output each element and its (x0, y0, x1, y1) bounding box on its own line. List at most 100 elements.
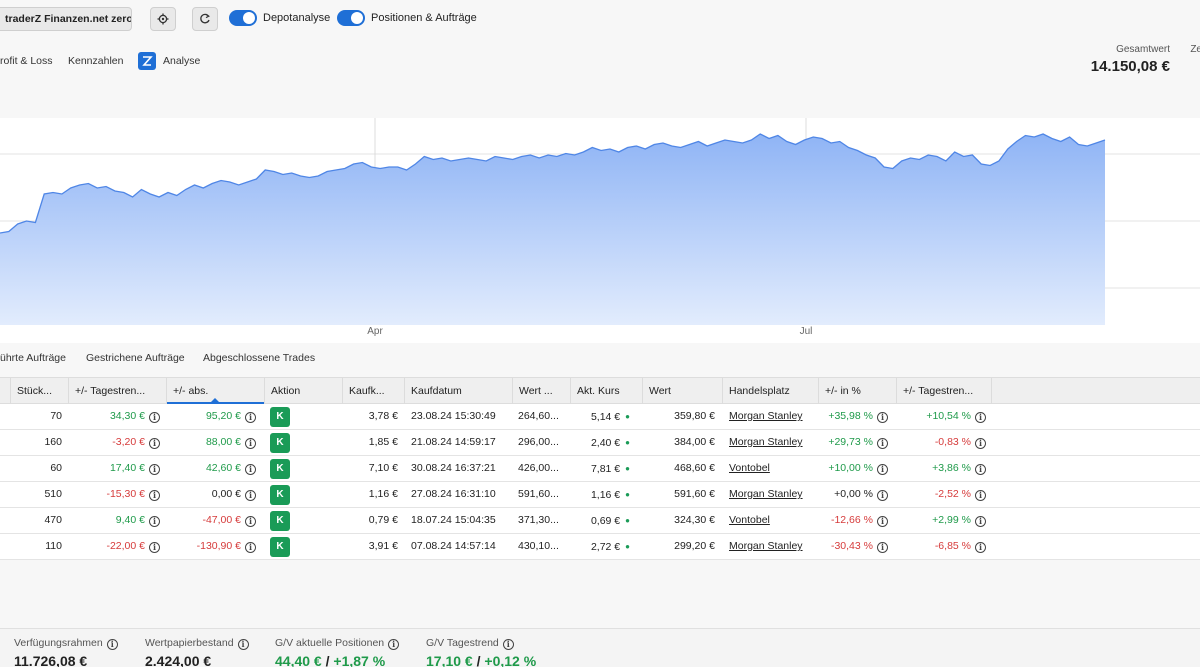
info-icon[interactable]: i (245, 464, 256, 475)
info-icon[interactable]: i (237, 639, 249, 650)
cell-abs: -47,00 € i (166, 508, 256, 533)
tab-analyse[interactable]: Analyse (163, 55, 200, 67)
info-icon[interactable]: i (877, 542, 888, 553)
info-icon[interactable]: i (877, 438, 888, 449)
info-icon[interactable]: i (877, 490, 888, 501)
info-icon[interactable]: i (245, 516, 256, 527)
action-badge[interactable]: K (270, 407, 290, 427)
positionen-toggle[interactable]: Positionen & Aufträge (337, 10, 477, 26)
col-stueck[interactable]: Stück... (10, 378, 68, 404)
info-icon[interactable]: i (245, 412, 256, 423)
info-icon[interactable]: i (877, 412, 888, 423)
col-aktion[interactable]: Aktion (264, 378, 342, 404)
cell-value: 299,20 € (674, 540, 715, 552)
cell-pct: +29,73 % i (818, 430, 888, 455)
depotanalyse-toggle[interactable]: Depotanalyse (229, 10, 330, 26)
col-kaufwert[interactable]: Wert ... (512, 378, 570, 404)
footer-label: G/V aktuelle Positionen i (275, 637, 400, 650)
tab-abgeschlossene-trades[interactable]: Abgeschlossene Trades (203, 352, 315, 364)
table-row[interactable]: 110 -22,00 € i -130,90 € i K 3,91 € 07.08.24 14… (0, 534, 1200, 560)
tab-profit-loss[interactable]: rofit & Loss (0, 55, 53, 67)
cell-qty: 60 (50, 462, 62, 474)
status-dot-icon: ● (625, 438, 630, 447)
info-icon[interactable]: i (877, 516, 888, 527)
info-icon[interactable]: i (245, 438, 256, 449)
col-tagestrend[interactable]: +/- Tagestren... (68, 378, 166, 404)
cell-pct: +35,98 % i (818, 404, 888, 429)
settings-button[interactable] (150, 7, 176, 31)
table-header: Stück... +/- Tagestren... +/- abs. Aktio… (0, 377, 1200, 404)
refresh-icon (200, 13, 210, 24)
info-icon[interactable]: i (975, 490, 986, 501)
info-icon[interactable]: i (245, 490, 256, 501)
cell-pct-value: -30,43 % (830, 540, 873, 552)
table-row[interactable]: 60 17,40 € i 42,60 € i K 7,10 € 30.08.24 16:37:… (0, 456, 1200, 482)
info-icon[interactable]: i (388, 639, 400, 650)
toggle-switch[interactable] (337, 10, 365, 26)
cell-buy-date: 21.08.24 14:59:17 (411, 436, 496, 448)
col-handelsplatz[interactable]: Handelsplatz (722, 378, 818, 404)
action-badge[interactable]: K (270, 537, 290, 557)
cell-buy-date: 27.08.24 16:31:10 (411, 488, 496, 500)
table-row[interactable]: 160 -3,20 € i 88,00 € i K 1,85 € 21.08.24 14:59… (0, 430, 1200, 456)
info-icon[interactable]: i (149, 464, 160, 475)
info-icon[interactable]: i (149, 438, 160, 449)
cell-trend-value: -2,52 % (934, 488, 971, 500)
info-icon[interactable]: i (149, 412, 160, 423)
tab-gestrichene-auftraege[interactable]: Gestrichene Aufträge (86, 352, 185, 364)
analyse-icon[interactable] (138, 52, 156, 70)
info-icon[interactable]: i (975, 438, 986, 449)
toggle-switch[interactable] (229, 10, 257, 26)
footer-value: 11.726,08 € (14, 653, 88, 667)
info-icon[interactable]: i (975, 412, 986, 423)
cell-trend-value: -0,83 % (934, 436, 971, 448)
cell-buy-price: 3,91 € (368, 540, 398, 552)
info-icon[interactable]: i (877, 464, 888, 475)
info-icon[interactable]: i (106, 639, 118, 650)
col-in-prozent[interactable]: +/- in % (818, 378, 896, 404)
action-badge[interactable]: K (270, 459, 290, 479)
info-icon[interactable]: i (149, 516, 160, 527)
action-badge[interactable]: K (270, 485, 290, 505)
col-wert[interactable]: Wert (642, 378, 722, 404)
cell-abs: 0,00 € i (166, 482, 256, 507)
table-row[interactable]: 470 9,40 € i -47,00 € i K 0,79 € 18.07.24 15:04… (0, 508, 1200, 534)
venue-link[interactable]: Vontobel (729, 462, 770, 474)
col-akt-kurs[interactable]: Akt. Kurs (570, 378, 642, 404)
action-badge[interactable]: K (270, 433, 290, 453)
info-icon[interactable]: i (149, 542, 160, 553)
cell-price: 2,40 € ● (570, 430, 630, 455)
col-kaufkurs[interactable]: Kaufk... (342, 378, 404, 404)
footer-label-text: G/V Tagestrend (426, 637, 499, 649)
cell-abs-value: 95,20 € (205, 410, 241, 422)
table-row[interactable]: 510 -15,30 € i 0,00 € i K 1,16 € 27.08.24 16:31… (0, 482, 1200, 508)
venue-link[interactable]: Morgan Stanley (729, 410, 803, 422)
col-tagestrend-prozent[interactable]: +/- Tagestren... (896, 378, 992, 404)
info-icon[interactable]: i (975, 516, 986, 527)
col-abs[interactable]: +/- abs. (166, 378, 264, 404)
venue-link[interactable]: Morgan Stanley (729, 540, 803, 552)
venue-link[interactable]: Morgan Stanley (729, 488, 803, 500)
cell-buy-date: 18.07.24 15:04:35 (411, 514, 496, 526)
info-icon[interactable]: i (245, 542, 256, 553)
table-row[interactable]: 70 34,30 € i 95,20 € i K 3,78 € 23.08.24 15:30:… (0, 404, 1200, 430)
cell-day-value: -22,00 € (106, 540, 145, 552)
portfolio-chart[interactable]: Apr Jul (0, 118, 1200, 343)
cell-abs-value: 42,60 € (205, 462, 241, 474)
separator: / (321, 653, 334, 667)
info-icon[interactable]: i (975, 464, 986, 475)
venue-link[interactable]: Vontobel (729, 514, 770, 526)
action-badge[interactable]: K (270, 511, 290, 531)
info-icon[interactable]: i (502, 639, 514, 650)
col-kaufdatum[interactable]: Kaufdatum (404, 378, 512, 404)
refresh-button[interactable] (192, 7, 218, 31)
tab-ausgefuehrte-auftraege[interactable]: ührte Aufträge (0, 352, 66, 364)
venue-link[interactable]: Morgan Stanley (729, 436, 803, 448)
tab-kennzahlen[interactable]: Kennzahlen (68, 55, 123, 67)
info-icon[interactable]: i (149, 490, 160, 501)
cell-pct: -30,43 % i (818, 534, 888, 559)
account-selector-button[interactable]: traderZ Finanzen.net zero (0, 7, 132, 31)
cell-value: 468,60 € (674, 462, 715, 474)
info-icon[interactable]: i (975, 542, 986, 553)
cell-trend: +10,54 % i (896, 404, 986, 429)
